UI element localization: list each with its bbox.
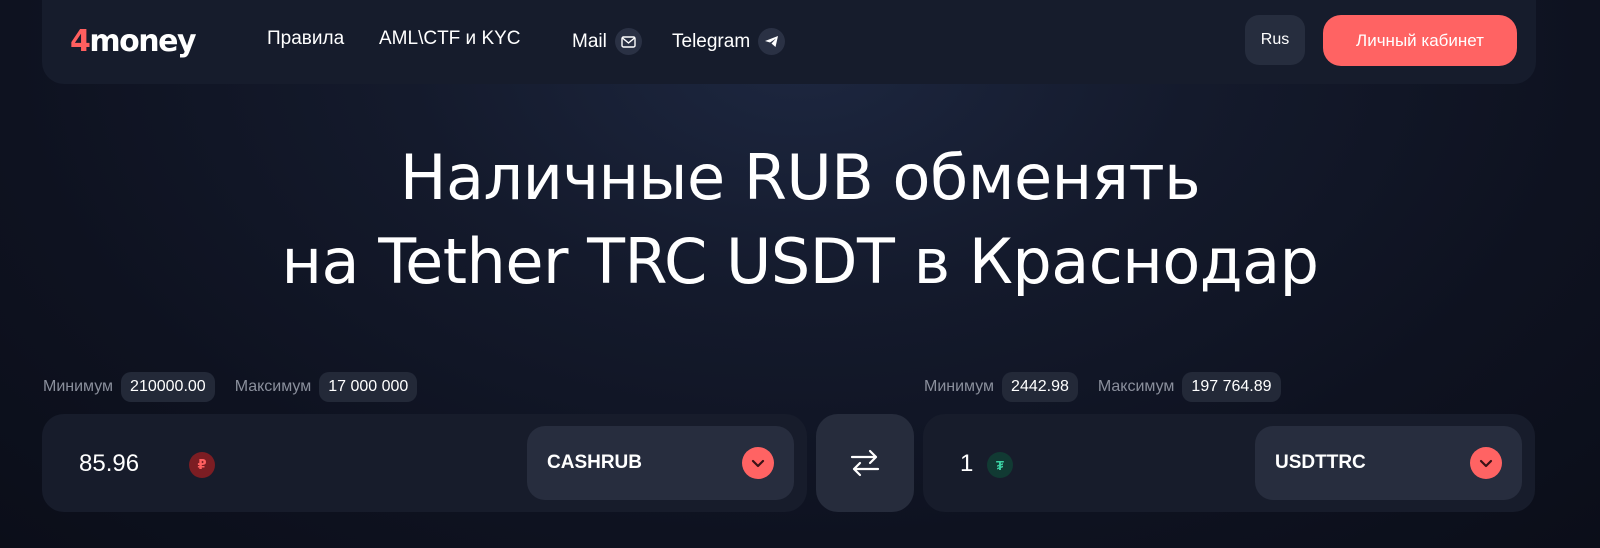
give-min-value[interactable]: 210000.00 [121, 372, 215, 402]
give-min-label: Минимум [43, 378, 114, 395]
get-limits: Минимум 2442.98 Максимум 197 764.89 [924, 372, 1293, 402]
ruble-coin-symbol: ₽ [197, 457, 207, 472]
nav-rules-label: Правила [267, 28, 345, 49]
get-min-label: Минимум [924, 378, 995, 395]
swap-button[interactable] [816, 414, 914, 512]
nav-rules-link[interactable]: Правила [267, 28, 344, 50]
get-max-value[interactable]: 197 764.89 [1182, 372, 1281, 402]
mail-icon [614, 28, 642, 55]
page-title-line-2: на Tether TRC USDT в Краснодар [281, 225, 1319, 298]
nav-aml-label: AML\CTF и KYC [379, 28, 521, 49]
tether-coin-icon: ₮ [987, 452, 1013, 478]
give-amount-input[interactable]: 85.96 [79, 450, 139, 478]
get-currency-select[interactable]: USDTTRC [1255, 426, 1522, 500]
get-amount-input[interactable]: 1 [960, 450, 973, 478]
get-currency-code: USDTTRC [1275, 452, 1366, 473]
chevron-down-icon [742, 447, 774, 479]
page-title: Наличные RUB обменять на Tether TRC USDT… [0, 136, 1600, 304]
ruble-coin-icon: ₽ [189, 452, 215, 478]
nav-telegram-label: Telegram [672, 30, 751, 52]
header: 4 money Правила AML\CTF и KYC Mail Telegr… [42, 0, 1536, 84]
give-limits: Минимум 210000.00 Максимум 17 000 000 [43, 372, 429, 402]
give-panel: 85.96 ₽ CASHRUB [42, 414, 807, 512]
nav-mail-link[interactable]: Mail [572, 28, 642, 55]
page-title-line-1: Наличные RUB обменять [399, 141, 1201, 214]
logo[interactable]: 4 money [70, 22, 197, 62]
get-min-value[interactable]: 2442.98 [1002, 372, 1078, 402]
logo-word: money [89, 24, 196, 59]
nav-telegram-link[interactable]: Telegram [672, 28, 786, 55]
get-panel: 1 ₮ USDTTRC [923, 414, 1535, 512]
logo-number: 4 [70, 24, 91, 59]
nav-aml-link[interactable]: AML\CTF и KYC [379, 28, 521, 50]
nav-mail-label: Mail [572, 30, 607, 52]
swap-arrows-icon [850, 449, 880, 477]
personal-cabinet-button[interactable]: Личный кабинет [1323, 15, 1517, 66]
give-currency-select[interactable]: CASHRUB [527, 426, 794, 500]
give-currency-code: CASHRUB [547, 452, 642, 473]
give-max-value[interactable]: 17 000 000 [319, 372, 418, 402]
get-max-label: Максимум [1097, 378, 1175, 395]
chevron-down-icon [1470, 447, 1502, 479]
language-button[interactable]: Rus [1245, 15, 1305, 65]
tether-coin-symbol: ₮ [996, 457, 1004, 473]
give-max-label: Максимум [234, 378, 312, 395]
telegram-icon [758, 28, 786, 55]
